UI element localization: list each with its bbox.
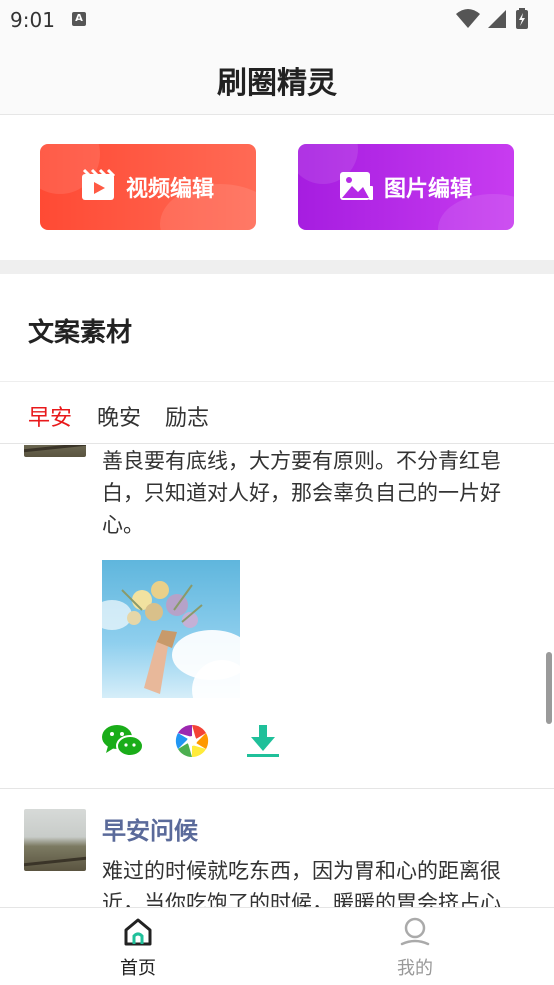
tab-morning[interactable]: 早安 bbox=[28, 400, 72, 432]
image-edit-label: 图片编辑 bbox=[384, 177, 473, 202]
image-edit-button[interactable]: 图片编辑 bbox=[298, 144, 514, 230]
section-header: 文案素材 bbox=[0, 274, 554, 382]
status-time: 9:01 bbox=[10, 8, 55, 32]
nav-home-label: 首页 bbox=[120, 958, 156, 979]
flower-bouquet-photo[interactable] bbox=[102, 560, 240, 698]
home-icon bbox=[124, 918, 152, 946]
wifi-icon bbox=[456, 9, 480, 28]
image-icon bbox=[340, 172, 373, 200]
bouquet-graphic bbox=[121, 581, 203, 694]
scrollbar[interactable] bbox=[546, 652, 552, 724]
tool-buttons: 视频编辑 图片编辑 bbox=[0, 116, 554, 260]
download-icon[interactable] bbox=[243, 723, 287, 759]
profile-icon bbox=[400, 917, 430, 946]
post-thumbnail bbox=[24, 809, 86, 871]
system-status-icons bbox=[456, 8, 528, 29]
nav-profile[interactable]: 我的 bbox=[355, 908, 475, 985]
page-title: 刷圈精灵 bbox=[217, 66, 337, 101]
nav-home[interactable]: 首页 bbox=[78, 908, 198, 985]
wechat-icon[interactable] bbox=[100, 723, 144, 759]
tab-night[interactable]: 晚安 bbox=[97, 400, 141, 432]
video-edit-label: 视频编辑 bbox=[126, 177, 215, 202]
category-tabs: 早安 晚安 励志 bbox=[0, 382, 554, 444]
app-header: 刷圈精灵 bbox=[0, 40, 554, 115]
post-title: 早安问候 bbox=[102, 817, 198, 845]
status-bar: 9:01 A bbox=[0, 0, 554, 40]
post-text: 难过的时候就吃东西，因为胃和心的距离很近，当你吃饱了的时候，暖暖的胃会挤占心 bbox=[102, 859, 501, 907]
tab-motivation[interactable]: 励志 bbox=[165, 400, 209, 432]
signal-icon bbox=[488, 10, 506, 28]
moments-icon[interactable] bbox=[172, 723, 216, 759]
section-title: 文案素材 bbox=[28, 318, 133, 348]
post-thumbnail bbox=[24, 445, 86, 457]
video-icon bbox=[82, 168, 116, 200]
nav-profile-label: 我的 bbox=[397, 958, 433, 979]
post-text: 善良要有底线，大方要有原则。不分青红皂白，只知道对人好，那会辜负自己的一片好心。 bbox=[102, 449, 501, 537]
bottom-navigation: 首页 我的 bbox=[0, 907, 554, 985]
notification-a-icon: A bbox=[72, 12, 86, 26]
video-edit-button[interactable]: 视频编辑 bbox=[40, 144, 256, 230]
post-feed[interactable]: 善良要有底线，大方要有原则。不分青红皂白，只知道对人好，那会辜负自己的一片好心。 bbox=[0, 445, 554, 907]
section-divider bbox=[0, 260, 554, 274]
post-separator bbox=[0, 788, 554, 789]
